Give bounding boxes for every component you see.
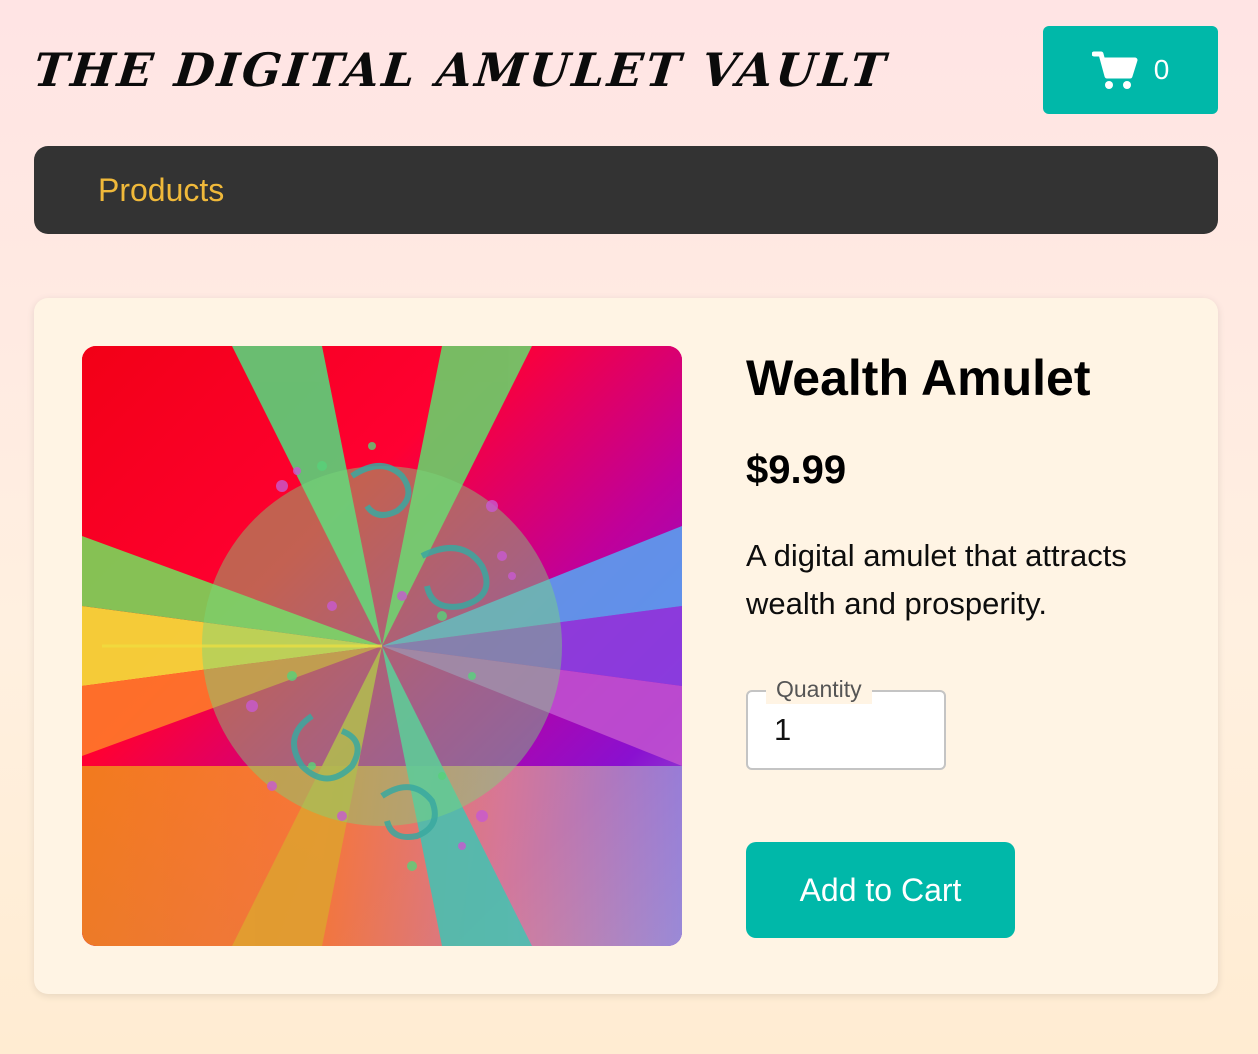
quantity-label: Quantity [766,674,872,704]
quantity-field: Quantity [746,674,946,770]
cart-count: 0 [1153,54,1170,85]
shopping-cart-icon [1091,50,1138,90]
product-price: $9.99 [746,448,847,492]
product-card: Wealth Amulet $9.99 A digital amulet tha… [34,298,1218,994]
quantity-input[interactable] [774,708,934,752]
nav-link-products[interactable]: Products [98,172,224,209]
cart-button[interactable]: 0 [1043,26,1218,114]
fractal-amulet-image [82,346,682,946]
main-nav: Products [34,146,1218,234]
product-name: Wealth Amulet [746,350,1091,406]
product-description: A digital amulet that attracts wealth an… [746,538,1127,621]
add-to-cart-button[interactable]: Add to Cart [746,842,1015,938]
site-title: The Digital Amulet Vault [31,43,891,97]
